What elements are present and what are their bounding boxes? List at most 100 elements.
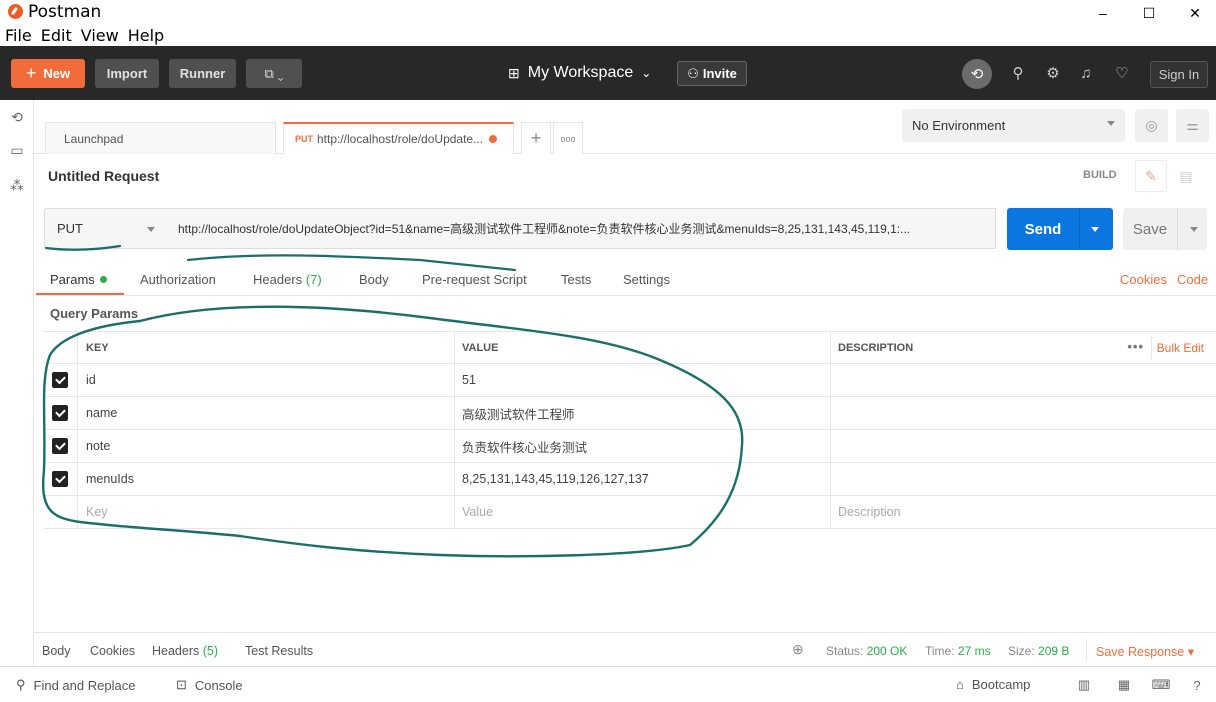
param-value[interactable]: 负责软件核心业务测试: [454, 430, 830, 462]
response-bar: Body Cookies Headers (5) Test Results ⊕ …: [34, 632, 1216, 666]
sign-in-button[interactable]: Sign In: [1150, 61, 1208, 88]
bell-icon[interactable]: ♫: [1075, 62, 1097, 84]
param-key[interactable]: menuIds: [77, 463, 454, 495]
active-tab-underline: [36, 293, 124, 295]
save-dropdown-icon[interactable]: [1190, 227, 1198, 232]
import-button[interactable]: Import: [95, 59, 159, 88]
keyboard-icon[interactable]: ⌨: [1152, 676, 1171, 694]
param-value[interactable]: 高级测试软件工程师: [454, 397, 830, 429]
param-description[interactable]: [830, 430, 1216, 462]
console-button[interactable]: ⊡ Console: [176, 677, 243, 693]
send-button[interactable]: Send: [1007, 208, 1113, 250]
app-header: + New Import Runner ⧉ ⌄ ⊞ My Workspace ⌄…: [0, 46, 1216, 100]
response-tab-cookies[interactable]: Cookies: [90, 644, 135, 658]
size-readout: Size: 209 B: [1008, 644, 1070, 658]
heart-icon[interactable]: ♡: [1111, 62, 1133, 84]
chevron-down-icon: [1107, 121, 1115, 126]
new-description-input[interactable]: Description: [830, 496, 1216, 528]
param-key[interactable]: note: [77, 430, 454, 462]
close-window-button[interactable]: ✕: [1172, 0, 1216, 26]
history-icon[interactable]: ⟲: [8, 108, 26, 126]
workspace-switcher[interactable]: ⊞ My Workspace ⌄: [508, 64, 651, 82]
tab-params[interactable]: Params: [50, 272, 107, 287]
url-input[interactable]: http://localhost/role/doUpdateObject?id=…: [167, 208, 996, 249]
request-title[interactable]: Untitled Request: [48, 168, 159, 184]
save-button[interactable]: Save: [1123, 208, 1207, 250]
menu-help[interactable]: Help: [123, 26, 168, 46]
tab-tests[interactable]: Tests: [561, 272, 591, 287]
param-description[interactable]: [830, 463, 1216, 495]
new-value-input[interactable]: Value: [454, 496, 830, 528]
pencil-icon[interactable]: ✎: [1135, 160, 1167, 192]
minimize-button[interactable]: –: [1080, 0, 1126, 26]
param-key[interactable]: id: [77, 364, 454, 396]
environment-select[interactable]: No Environment: [902, 109, 1125, 142]
menu-edit[interactable]: Edit: [36, 26, 76, 46]
send-dropdown-icon[interactable]: [1091, 227, 1099, 232]
new-tab-button[interactable]: +: [521, 122, 551, 154]
satellite-icon[interactable]: ⚲: [1007, 62, 1029, 84]
param-description[interactable]: [830, 364, 1216, 396]
new-window-button[interactable]: ⧉ ⌄: [246, 59, 302, 88]
help-icon[interactable]: ?: [1188, 676, 1206, 694]
tab-url: http://localhost/role/doUpdate...: [317, 132, 484, 146]
param-checkbox[interactable]: [52, 438, 68, 454]
plus-icon: +: [25, 63, 37, 83]
new-key-input[interactable]: Key: [77, 496, 454, 528]
two-pane-icon[interactable]: ▥: [1075, 676, 1093, 694]
menu-file[interactable]: File: [0, 26, 36, 46]
tab-active-request[interactable]: PUT http://localhost/role/doUpdate...: [283, 122, 514, 154]
query-params-heading: Query Params: [50, 306, 139, 321]
invite-button[interactable]: ⚇ Invite: [677, 61, 747, 86]
table-row: menuIds 8,25,131,143,45,119,126,127,137: [44, 463, 1216, 496]
tab-headers[interactable]: Headers (7): [253, 272, 322, 287]
search-icon: ⚲: [16, 677, 26, 692]
gear-icon[interactable]: ⚙: [1042, 62, 1064, 84]
three-pane-icon[interactable]: ▦: [1115, 676, 1133, 694]
cookies-link[interactable]: Cookies: [1120, 272, 1167, 287]
comment-icon[interactable]: ▤: [1170, 160, 1202, 192]
globe-icon[interactable]: ⊕: [792, 641, 804, 658]
request-tab-bar: Launchpad PUT http://localhost/role/doUp…: [34, 100, 1216, 154]
method-select[interactable]: PUT: [44, 208, 168, 249]
bootcamp-button[interactable]: ⌂ Bootcamp: [956, 677, 1030, 692]
active-dot-icon: [99, 276, 107, 283]
table-row: id 51: [44, 364, 1216, 397]
response-tab-body[interactable]: Body: [42, 644, 71, 658]
eye-icon[interactable]: ◎: [1135, 109, 1168, 142]
tab-launchpad[interactable]: Launchpad: [45, 122, 276, 154]
tab-authorization[interactable]: Authorization: [140, 272, 216, 287]
param-checkbox[interactable]: [52, 471, 68, 487]
table-row: name 高级测试软件工程师: [44, 397, 1216, 430]
tab-settings[interactable]: Settings: [623, 272, 670, 287]
collections-icon[interactable]: ▭: [8, 141, 26, 159]
bulk-edit-link[interactable]: Bulk Edit: [1157, 341, 1204, 355]
maximize-button[interactable]: ☐: [1126, 0, 1172, 26]
runner-button[interactable]: Runner: [169, 59, 236, 88]
menu-view[interactable]: View: [76, 26, 123, 46]
response-tab-test-results[interactable]: Test Results: [245, 644, 313, 658]
table-row-placeholder: Key Value Description: [44, 496, 1216, 529]
key-column-header: KEY: [77, 332, 454, 363]
param-value[interactable]: 51: [454, 364, 830, 396]
response-tab-headers[interactable]: Headers (5): [152, 644, 218, 658]
param-checkbox[interactable]: [52, 405, 68, 421]
find-replace-button[interactable]: ⚲ Find and Replace: [16, 677, 135, 693]
param-checkbox[interactable]: [52, 372, 68, 388]
tab-more-button[interactable]: ooo: [553, 122, 583, 154]
settings-sliders-icon[interactable]: ⚌: [1176, 109, 1209, 142]
apis-icon[interactable]: ⁂: [8, 176, 26, 194]
sync-off-icon[interactable]: ⟲: [962, 59, 992, 89]
param-key[interactable]: name: [77, 397, 454, 429]
tab-body[interactable]: Body: [359, 272, 389, 287]
console-icon: ⊡: [176, 677, 187, 692]
new-button[interactable]: + New: [11, 59, 85, 88]
param-value[interactable]: 8,25,131,143,45,119,126,127,137: [454, 463, 830, 495]
more-options-icon[interactable]: •••: [1127, 339, 1144, 354]
menu-bar: File Edit View Help: [0, 26, 168, 46]
save-response-button[interactable]: Save Response ▾: [1096, 644, 1194, 659]
request-subtabs: Params Authorization Headers (7) Body Pr…: [34, 264, 1216, 296]
tab-prerequest-script[interactable]: Pre-request Script: [422, 272, 527, 287]
code-link[interactable]: Code: [1177, 272, 1208, 287]
param-description[interactable]: [830, 397, 1216, 429]
